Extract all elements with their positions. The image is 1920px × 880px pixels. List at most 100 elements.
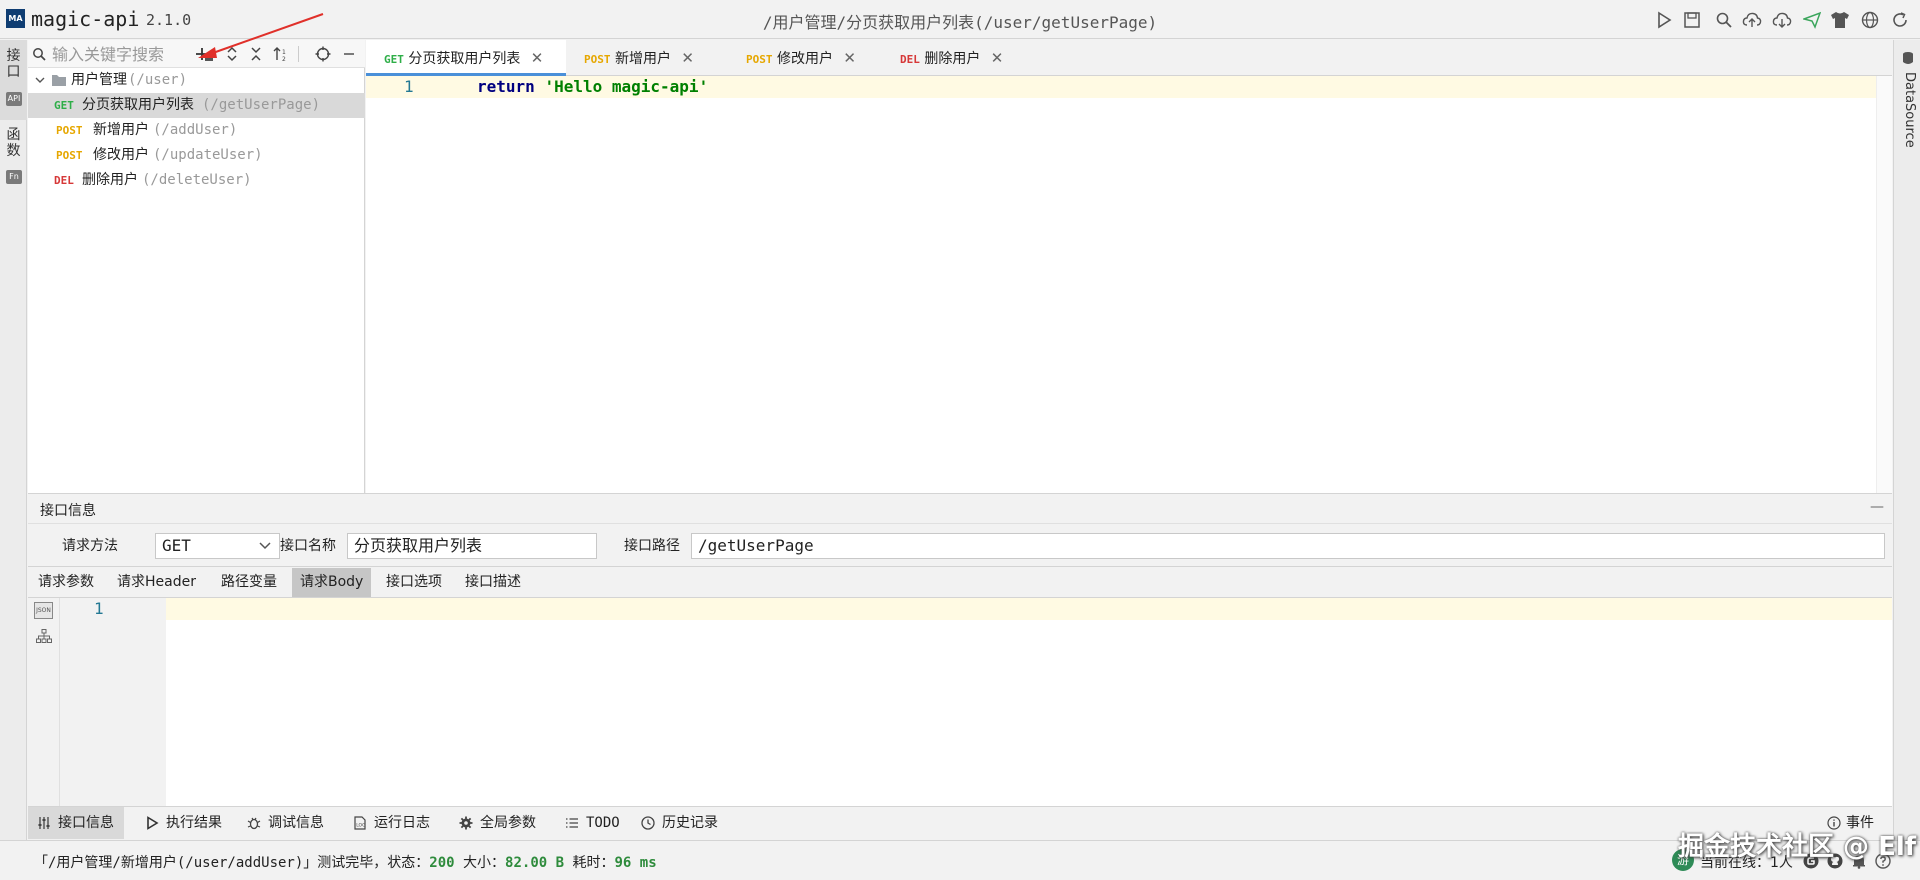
download-icon[interactable]: [1772, 10, 1792, 30]
minimize-icon[interactable]: [341, 45, 357, 63]
info-fields-row: 请求方法 GET 接口名称 分页获取用户列表 接口路径 /getUserPage: [28, 524, 1892, 567]
app-name: magic-api: [31, 7, 140, 31]
log-file-icon: LOG: [352, 815, 368, 831]
api-badge-icon: API: [6, 92, 22, 106]
function-tab[interactable]: 函数: [3, 127, 24, 159]
tree-item[interactable]: GET 分页获取用户列表 (/getUserPage): [28, 93, 365, 118]
editor-tab-add-user[interactable]: POST 新增用户 ✕: [584, 40, 694, 76]
tree-item[interactable]: POST 修改用户 (/updateUser): [28, 143, 365, 168]
tab-todo[interactable]: TODO: [556, 807, 620, 839]
body-editor[interactable]: JSON 1: [28, 598, 1892, 806]
app-logo: MA: [6, 9, 25, 28]
skin-icon[interactable]: [1830, 10, 1850, 30]
tab-label: 运行日志: [374, 815, 430, 831]
close-icon[interactable]: ✕: [991, 49, 1004, 67]
editor-tab-get-user-page[interactable]: GET 分页获取用户列表 ✕: [366, 40, 566, 76]
info-panel-title: 接口信息: [40, 503, 96, 519]
body-gutter: [60, 598, 166, 806]
tree-item-name: 删除用户: [82, 172, 138, 188]
globe-icon[interactable]: [1860, 10, 1880, 30]
tab-history[interactable]: 历史记录: [632, 807, 718, 839]
name-label: 接口名称: [280, 538, 336, 554]
method-badge: DEL: [54, 174, 74, 187]
code-editor[interactable]: 1 return 'Hello magic-api': [366, 76, 1892, 493]
status-code: 200: [429, 855, 455, 871]
chevron-down-icon: [259, 541, 271, 551]
function-tab-label: 函数: [6, 127, 21, 159]
save-icon[interactable]: [1682, 10, 1702, 30]
code-keyword: return: [477, 77, 535, 96]
status-time: 96 ms: [614, 855, 657, 871]
api-tab[interactable]: 接口: [3, 48, 24, 80]
tab-request-params[interactable]: 请求参数: [30, 568, 102, 597]
tree-structure-icon[interactable]: [35, 628, 53, 644]
app-version: 2.1.0: [146, 11, 192, 29]
tab-label: 删除用户: [924, 51, 981, 67]
code-line: return 'Hello magic-api': [477, 77, 708, 96]
upload-icon[interactable]: [1742, 10, 1762, 30]
list-icon: [564, 815, 580, 831]
tab-label: 分页获取用户列表: [408, 51, 521, 67]
tab-label: 调试信息: [268, 815, 324, 831]
tab-label: 修改用户: [776, 51, 833, 67]
tree-group-user[interactable]: 用户管理 (/user): [28, 68, 365, 93]
bottom-tool-tabs: 接口信息 执行结果 调试信息 LOG 运行日志 全局参数 TODO 历史记录 事…: [28, 806, 1892, 839]
send-icon[interactable]: [1802, 10, 1822, 30]
status-time-label: 耗时：: [572, 855, 615, 871]
method-select-value: GET: [162, 536, 191, 555]
tab-global-params[interactable]: 全局参数: [450, 807, 536, 839]
window-title-path: /用户管理/分页获取用户列表(/user/getUserPage): [762, 13, 1158, 32]
tree-item-name: 修改用户: [93, 147, 149, 163]
tree-item-path: (/addUser): [153, 122, 238, 138]
info-panel-header: 接口信息 —: [28, 493, 1892, 524]
tab-api-description[interactable]: 接口描述: [457, 568, 529, 597]
editor-tab-delete-user[interactable]: DEL 删除用户 ✕: [900, 40, 1003, 76]
api-tree-panel: 12 用户管理 (/user) GET 分页获取用户列表 (/getUserPa…: [28, 13, 365, 493]
refresh-icon[interactable]: [1890, 10, 1910, 30]
method-badge: POST: [56, 149, 83, 162]
tab-request-body[interactable]: 请求Body: [292, 568, 372, 597]
collapse-icon[interactable]: —: [1870, 499, 1884, 515]
tree-item[interactable]: DEL 删除用户 (/deleteUser): [28, 168, 365, 193]
close-icon[interactable]: ✕: [681, 49, 694, 67]
tab-method: POST: [584, 53, 611, 66]
close-icon[interactable]: ✕: [531, 49, 544, 67]
tree-item-name: 新增用户: [93, 122, 149, 138]
fn-badge-icon: Fn: [6, 170, 22, 184]
tab-label: 接口信息: [58, 815, 114, 831]
api-name-field[interactable]: 分页获取用户列表: [347, 533, 597, 559]
tab-exec-result[interactable]: 执行结果: [136, 807, 222, 839]
run-icon[interactable]: [1654, 10, 1674, 30]
editor-scrollbar[interactable]: [1876, 76, 1892, 493]
close-icon[interactable]: ✕: [843, 49, 856, 67]
datasource-tab[interactable]: DataSource: [1899, 72, 1917, 148]
tab-debug-info[interactable]: 调试信息: [238, 807, 324, 839]
left-activity-bar: 接口 API 函数 Fn: [0, 40, 27, 840]
tree-search-input[interactable]: [50, 42, 210, 66]
json-format-icon[interactable]: JSON: [34, 602, 53, 619]
tab-path-variables[interactable]: 路径变量: [213, 568, 285, 597]
editor-tab-update-user[interactable]: POST 修改用户 ✕: [746, 40, 856, 76]
tab-method: GET: [384, 53, 404, 66]
search-icon[interactable]: [1714, 10, 1734, 30]
tree-item-path: (/deleteUser): [142, 172, 252, 188]
tree-item[interactable]: POST 新增用户 (/addUser): [28, 118, 365, 143]
status-prefix: 「/用户管理/新增用户(/user/addUser)」测试完毕，状态：: [34, 855, 430, 871]
tab-api-options[interactable]: 接口选项: [378, 568, 450, 597]
folder-icon: [51, 73, 67, 87]
tree-item-name: 分页获取用户列表: [82, 97, 194, 113]
line-number: 1: [404, 77, 414, 96]
right-side-bar: DataSource: [1893, 40, 1920, 840]
request-subtabs: 请求参数 请求Header 路径变量 请求Body 接口选项 接口描述: [28, 568, 1892, 598]
api-path-field[interactable]: /getUserPage: [691, 533, 1885, 559]
settings-sliders-icon: [36, 815, 52, 831]
tab-run-log[interactable]: LOG 运行日志: [344, 807, 430, 839]
chevron-down-icon: [34, 74, 46, 86]
path-label: 接口路径: [624, 538, 680, 554]
status-size-label: 大小：: [463, 855, 506, 871]
method-select[interactable]: GET: [155, 533, 280, 559]
tab-request-header[interactable]: 请求Header: [109, 568, 204, 597]
tab-method: POST: [746, 53, 773, 66]
tab-api-info[interactable]: 接口信息: [28, 807, 124, 839]
database-icon[interactable]: [1900, 50, 1916, 66]
